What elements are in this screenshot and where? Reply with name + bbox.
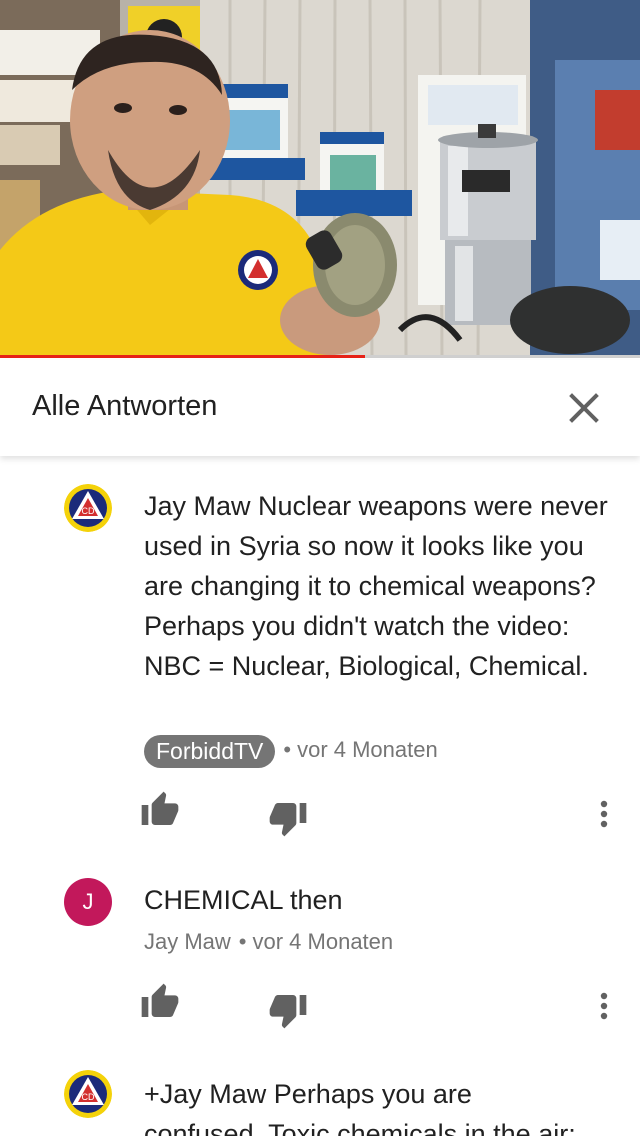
comment-item: CD +Jay Maw Perhaps you are confused. To… bbox=[0, 1050, 640, 1136]
comment-text: Jay Maw Nuclear weapons were never used … bbox=[144, 491, 608, 681]
replies-header: Alle Antworten bbox=[0, 360, 640, 456]
dislike-button[interactable] bbox=[268, 990, 308, 1030]
avatar[interactable]: CD bbox=[64, 484, 112, 532]
comment-meta: ForbiddTV • vor 4 Monaten bbox=[144, 733, 438, 768]
progress-bar-fill bbox=[0, 355, 365, 358]
comment-text: CHEMICAL then bbox=[144, 885, 343, 915]
more-options-button[interactable] bbox=[588, 988, 620, 1024]
dislike-button[interactable] bbox=[268, 798, 308, 838]
thumb-down-icon bbox=[269, 995, 307, 1029]
comment-meta: Jay Maw • vor 4 Monaten bbox=[144, 925, 393, 959]
thumb-up-icon bbox=[141, 791, 179, 825]
comment-text: +Jay Maw Perhaps you are confused. Toxic… bbox=[144, 1074, 614, 1136]
civil-defense-logo-icon: CD bbox=[64, 1070, 112, 1118]
progress-bar[interactable] bbox=[0, 355, 640, 358]
avatar[interactable]: J bbox=[64, 878, 112, 926]
like-button[interactable] bbox=[140, 790, 180, 830]
comment-time: vor 4 Monaten bbox=[252, 929, 394, 954]
replies-title: Alle Antworten bbox=[32, 390, 218, 422]
meta-separator: • bbox=[238, 929, 247, 954]
like-button[interactable] bbox=[140, 982, 180, 1022]
close-icon bbox=[569, 393, 599, 423]
more-options-button[interactable] bbox=[588, 796, 620, 832]
civil-defense-logo-icon: CD bbox=[64, 484, 112, 532]
comment-author[interactable]: Jay Maw bbox=[144, 929, 231, 954]
more-vert-icon bbox=[600, 800, 608, 828]
comment-text-line: +Jay Maw Perhaps you are bbox=[144, 1079, 472, 1109]
meta-separator: • bbox=[283, 737, 292, 762]
comment-text-line: confused. Toxic chemicals in the air; bbox=[144, 1119, 576, 1136]
more-vert-icon bbox=[600, 992, 608, 1020]
close-button[interactable] bbox=[560, 384, 608, 432]
author-chip[interactable]: ForbiddTV bbox=[144, 734, 276, 768]
avatar[interactable]: CD bbox=[64, 1070, 112, 1118]
svg-text:CD: CD bbox=[82, 1092, 95, 1102]
video-player[interactable] bbox=[0, 0, 640, 358]
thumb-up-icon bbox=[141, 983, 179, 1017]
thumb-down-icon bbox=[269, 803, 307, 837]
video-frame bbox=[0, 0, 640, 358]
svg-text:CD: CD bbox=[82, 506, 95, 516]
comment-time: vor 4 Monaten bbox=[297, 737, 438, 762]
